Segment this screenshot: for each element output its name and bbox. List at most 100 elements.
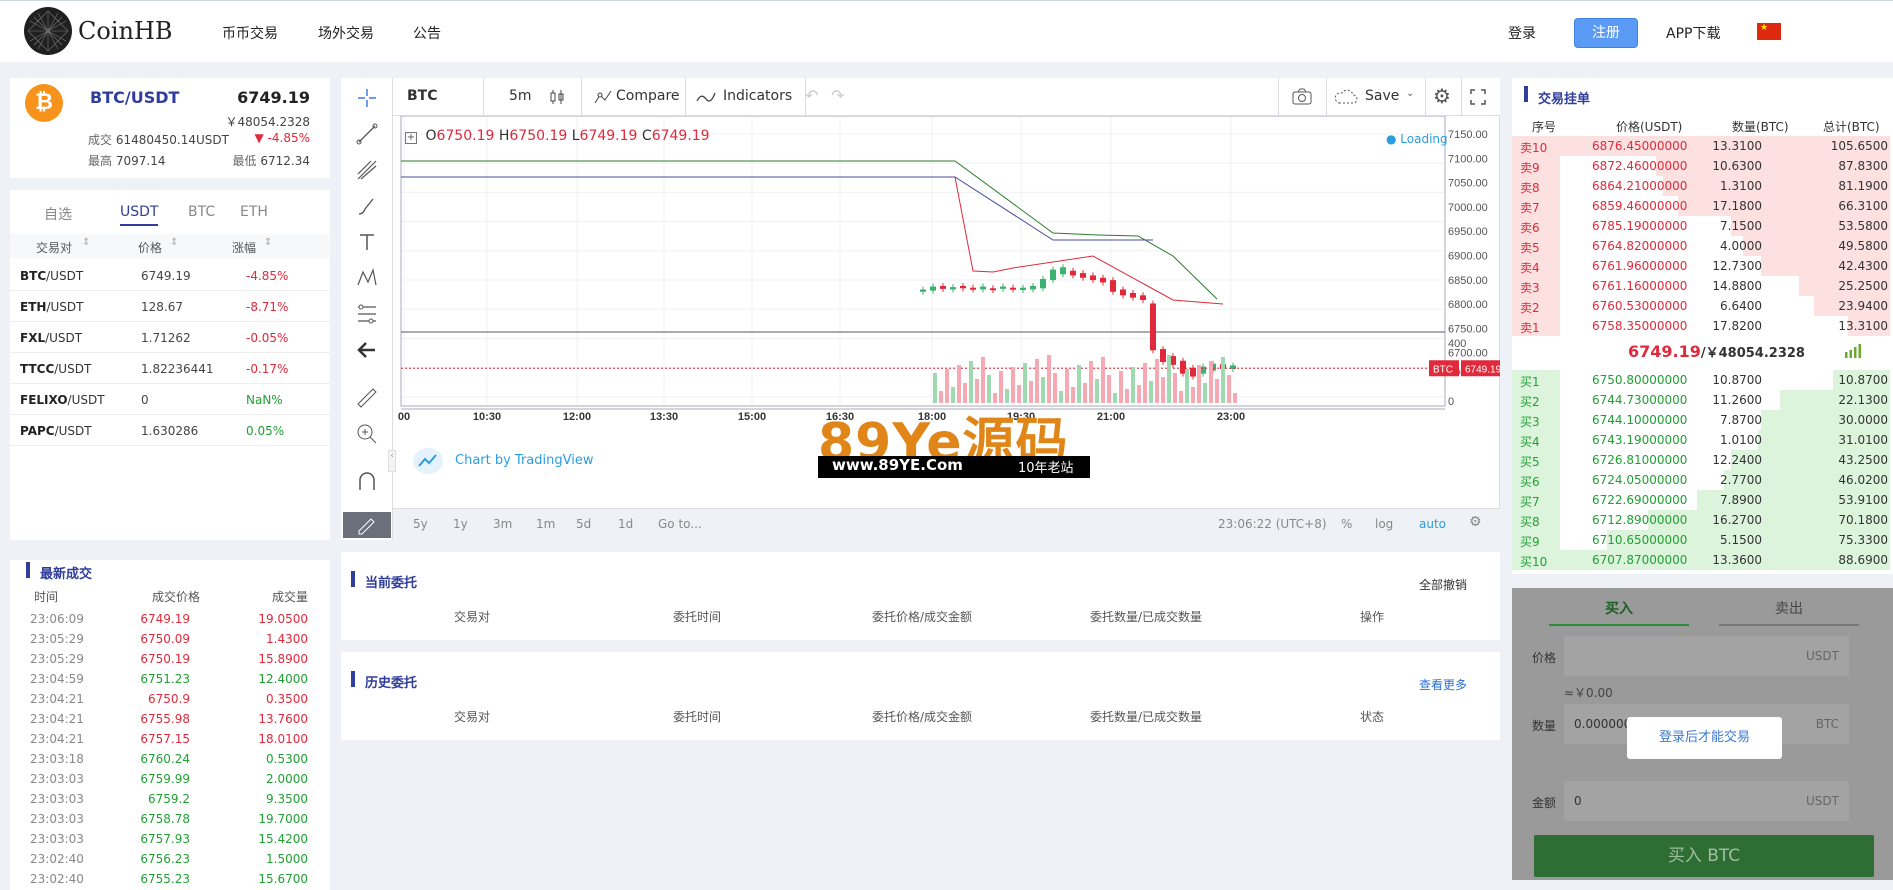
amount-input[interactable]: 0 USDT — [1564, 781, 1849, 821]
tab-usdt[interactable]: USDT — [120, 204, 159, 226]
gear-icon[interactable]: ⚙ — [1469, 514, 1482, 530]
tab-favorites[interactable]: 自选 — [44, 204, 72, 224]
camera-icon[interactable] — [1291, 87, 1313, 107]
candles-icon[interactable] — [548, 88, 566, 106]
login-to-trade-tooltip[interactable]: 登录后才能交易 — [1627, 717, 1782, 759]
bid-row[interactable]: 买3 6744.10000000 7.8700 30.0000 — [1512, 410, 1890, 430]
col-price[interactable]: 价格 — [138, 239, 162, 256]
market-row[interactable]: FXL/USDT 1.71262 -0.05% — [10, 322, 330, 353]
cancel-all-button[interactable]: 全部撤销 — [1419, 576, 1467, 593]
bid-row[interactable]: 买8 6712.89000000 16.2700 70.1800 — [1512, 510, 1890, 530]
bid-row[interactable]: 买2 6744.73000000 11.2600 22.1300 — [1512, 390, 1890, 410]
logo-text[interactable]: CoinHB — [78, 17, 173, 45]
app-download-link[interactable]: APP下载 — [1666, 23, 1720, 43]
sort-icon[interactable]: ⇕ — [82, 237, 90, 248]
auto-toggle[interactable]: auto — [1419, 517, 1446, 531]
bid-row[interactable]: 买6 6724.05000000 2.7700 46.0200 — [1512, 470, 1890, 490]
china-flag-icon[interactable]: ★ — [1757, 23, 1781, 40]
market-row[interactable]: BTC/USDT 6749.19 -4.85% — [10, 260, 330, 291]
undo-icon[interactable]: ↶ — [805, 86, 818, 105]
bid-row[interactable]: 买10 6707.87000000 13.3600 88.6900 — [1512, 550, 1890, 570]
gear-icon[interactable]: ⚙ — [1433, 84, 1451, 108]
login-link[interactable]: 登录 — [1508, 23, 1536, 43]
interval-select[interactable]: 5m — [509, 88, 532, 104]
view-more-link[interactable]: 查看更多 — [1419, 676, 1467, 693]
sort-icon[interactable]: ⇕ — [170, 237, 178, 248]
buy-submit-button[interactable]: 买入 BTC — [1534, 835, 1874, 877]
tradingview-link[interactable]: Chart by TradingView — [455, 453, 593, 468]
ask-row[interactable]: 卖8 6864.21000000 1.3100 81.1900 — [1512, 176, 1890, 196]
range-1y[interactable]: 1y — [453, 517, 468, 531]
brush-icon[interactable] — [355, 194, 379, 218]
chevron-down-icon[interactable]: ⌄ — [1406, 88, 1414, 99]
col-change[interactable]: 涨幅 — [232, 239, 256, 256]
save-button[interactable]: Save — [1365, 88, 1399, 104]
range-5d[interactable]: 5d — [576, 517, 591, 531]
col-pair[interactable]: 交易对 — [36, 239, 72, 256]
goto-button[interactable]: Go to... — [658, 517, 702, 531]
ask-row[interactable]: 卖1 6758.35000000 17.8200 13.3100 — [1512, 316, 1890, 336]
tab-sell[interactable]: 卖出 — [1719, 598, 1859, 626]
compare-button[interactable]: Compare — [616, 88, 680, 104]
arrow-left-icon[interactable] — [355, 338, 379, 362]
indicators-icon[interactable] — [695, 88, 717, 106]
range-5y[interactable]: 5y — [413, 517, 428, 531]
pattern-icon[interactable] — [355, 266, 379, 290]
range-1d[interactable]: 1d — [618, 517, 633, 531]
bid-row[interactable]: 买7 6722.69000000 7.8900 53.9100 — [1512, 490, 1890, 510]
text-tool-icon[interactable] — [355, 230, 379, 254]
market-row[interactable]: FELIXO/USDT 0 NaN% — [10, 384, 330, 415]
ask-row[interactable]: 卖4 6761.96000000 12.7300 42.4300 — [1512, 256, 1890, 276]
tab-buy[interactable]: 买入 — [1549, 598, 1689, 626]
magnet-icon[interactable] — [355, 470, 379, 494]
trade-price: 6750.19 — [140, 652, 190, 666]
bid-row[interactable]: 买1 6750.80000000 10.8700 10.8700 — [1512, 370, 1890, 390]
collapse-toolbar-icon[interactable]: ‹ — [388, 450, 396, 472]
nav-announcements[interactable]: 公告 — [413, 23, 441, 43]
tab-btc[interactable]: BTC — [188, 204, 215, 220]
tab-eth[interactable]: ETH — [240, 204, 268, 220]
bid-row[interactable]: 买9 6710.65000000 5.1500 75.3300 — [1512, 530, 1890, 550]
log-toggle[interactable]: log — [1375, 517, 1393, 531]
zoom-in-icon[interactable] — [355, 422, 379, 446]
price-input[interactable]: USDT — [1564, 636, 1849, 676]
trend-line-icon[interactable] — [355, 122, 379, 146]
ask-row[interactable]: 卖5 6764.82000000 4.0000 49.5800 — [1512, 236, 1890, 256]
market-row[interactable]: PAPC/USDT 1.630286 0.05% — [10, 415, 330, 446]
market-row[interactable]: ETH/USDT 128.67 -8.71% — [10, 291, 330, 322]
ruler-icon[interactable] — [355, 386, 379, 410]
trade-time: 23:05:29 — [30, 632, 84, 646]
ask-row[interactable]: 卖9 6872.46000000 10.6300 87.8300 — [1512, 156, 1890, 176]
ask-row[interactable]: 卖7 6859.46000000 17.1800 66.3100 — [1512, 196, 1890, 216]
collapse-legend-icon[interactable]: + — [405, 132, 417, 144]
compare-icon[interactable] — [593, 88, 613, 106]
register-button[interactable]: 注册 — [1574, 18, 1638, 48]
bid-row[interactable]: 买5 6726.81000000 12.2400 43.2500 — [1512, 450, 1890, 470]
percent-toggle[interactable]: % — [1341, 517, 1352, 531]
cloud-icon[interactable] — [1333, 87, 1359, 107]
trade-qty: 18.0100 — [258, 732, 308, 746]
chart-symbol[interactable]: BTC — [407, 88, 438, 104]
logo-icon[interactable] — [24, 7, 72, 55]
candle-body — [1040, 278, 1046, 289]
tradingview-logo-icon[interactable] — [413, 448, 443, 474]
crosshair-icon[interactable] — [355, 86, 379, 110]
fib-icon[interactable] — [355, 302, 379, 326]
indicators-button[interactable]: Indicators — [723, 88, 792, 104]
range-3m[interactable]: 3m — [493, 517, 512, 531]
ask-row[interactable]: 卖6 6785.19000000 7.1500 53.5800 — [1512, 216, 1890, 236]
fullscreen-icon[interactable] — [1469, 88, 1487, 106]
book-qty: 12.2400 — [1712, 453, 1762, 467]
market-row[interactable]: TTCC/USDT 1.82236441 -0.17% — [10, 353, 330, 384]
range-1m[interactable]: 1m — [536, 517, 555, 531]
sort-icon[interactable]: ⇕ — [264, 237, 272, 248]
ask-row[interactable]: 卖2 6760.53000000 6.6400 23.9400 — [1512, 296, 1890, 316]
redo-icon[interactable]: ↷ — [831, 86, 844, 105]
nav-otc-trading[interactable]: 场外交易 — [318, 23, 374, 43]
nav-spot-trading[interactable]: 币币交易 — [222, 23, 278, 43]
ask-row[interactable]: 卖10 6876.45000000 13.3100 105.6500 — [1512, 136, 1890, 156]
ask-row[interactable]: 卖3 6761.16000000 14.8800 25.2500 — [1512, 276, 1890, 296]
pitchfork-icon[interactable] — [355, 158, 379, 182]
lock-drawings-button[interactable] — [343, 512, 391, 538]
bid-row[interactable]: 买4 6743.19000000 1.0100 31.0100 — [1512, 430, 1890, 450]
